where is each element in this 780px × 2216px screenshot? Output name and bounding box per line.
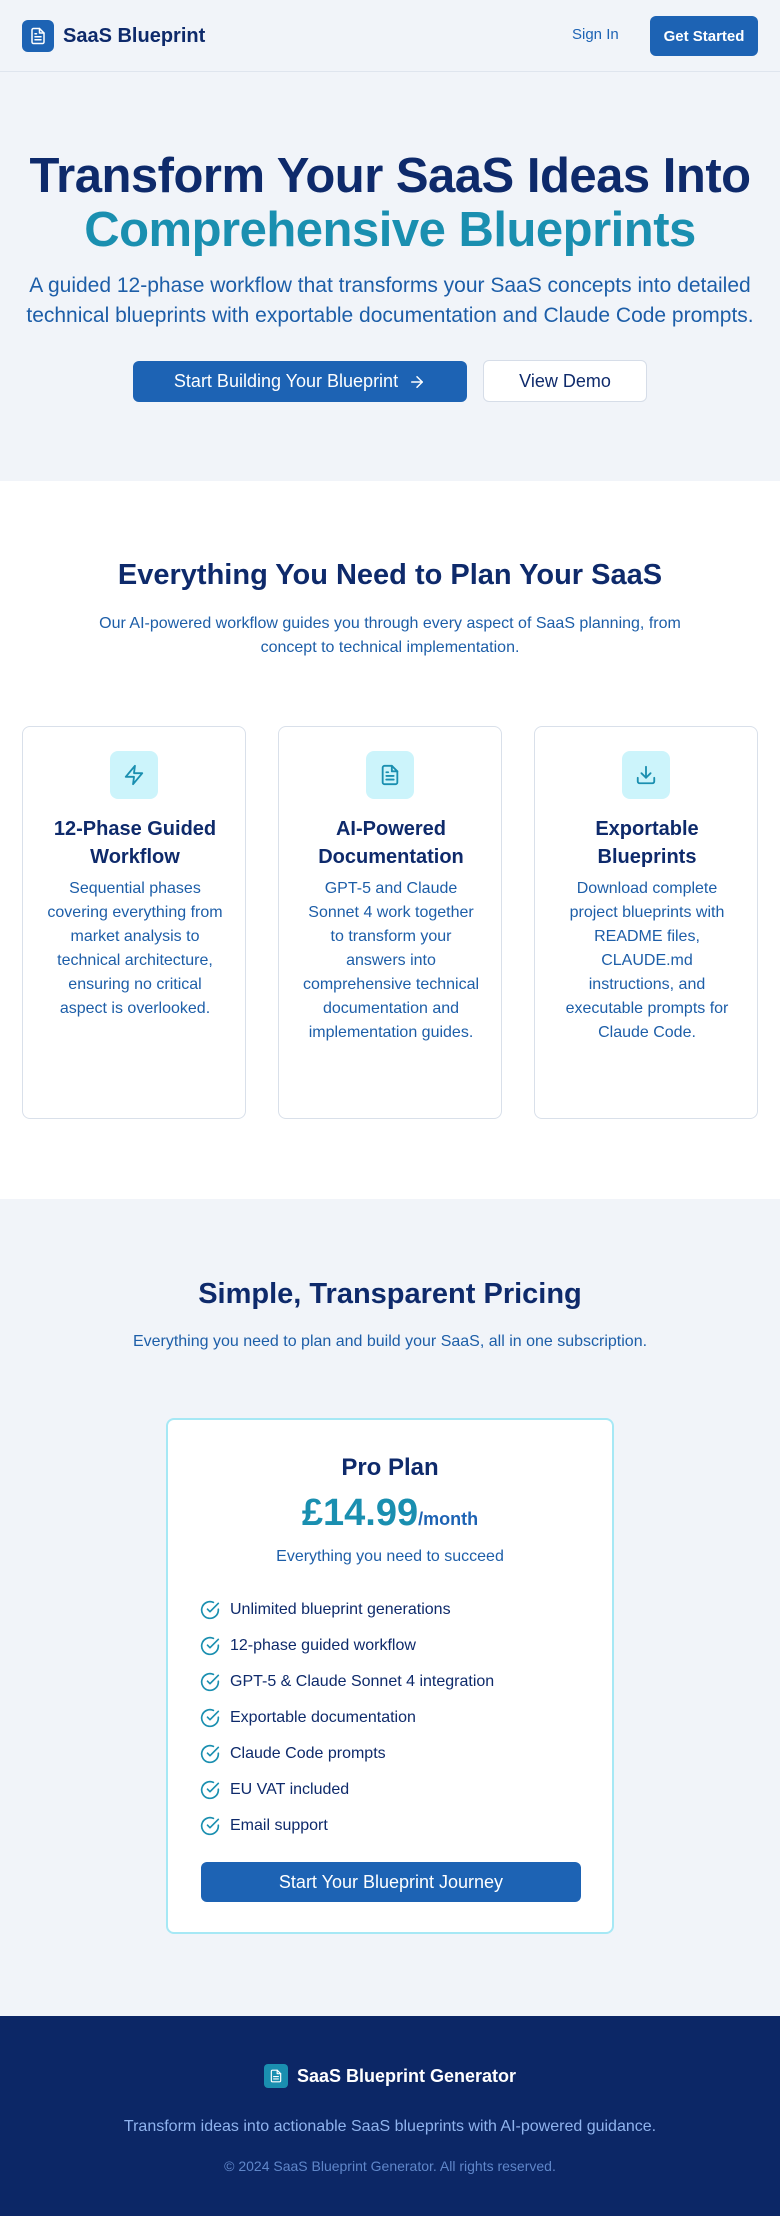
list-item: Claude Code prompts [200,1736,590,1772]
check-circle-icon [200,1672,220,1692]
pricing-subtitle: Everything you need to plan and build yo… [132,1333,648,1350]
feature-card-description: Sequential phases covering everything fr… [47,880,223,1017]
plan-feature-label: GPT-5 & Claude Sonnet 4 integration [230,1673,495,1690]
feature-card-title: AI-Powered Documentation [318,818,464,868]
footer: SaaS Blueprint Generator Transform ideas… [0,2016,780,2216]
hero-title-line2: Comprehensive Blueprints [84,203,696,257]
footer-brand-name: SaaS Blueprint Generator [296,2065,517,2086]
feature-card: AI-Powered Documentation GPT-5 and Claud… [278,726,502,1119]
list-item: Unlimited blueprint generations [200,1592,590,1628]
document-icon [263,2064,288,2088]
list-item: EU VAT included [200,1772,590,1808]
check-circle-icon [200,1744,220,1764]
view-demo-button[interactable]: View Demo [483,360,647,402]
check-circle-icon [200,1780,220,1800]
brand-name: SaaS Blueprint [63,24,206,47]
footer-copyright: © 2024 SaaS Blueprint Generator. All rig… [224,2158,556,2174]
start-journey-button[interactable]: Start Your Blueprint Journey [201,1862,581,1902]
feature-card-title: Exportable Blueprints [595,818,699,868]
check-circle-icon [200,1600,220,1620]
brand-logo-link[interactable]: SaaS Blueprint [22,20,205,52]
pricing-card: Pro Plan £14.99/month Everything you nee… [166,1418,614,1934]
footer-tagline: Transform ideas into actionable SaaS blu… [123,2118,657,2135]
top-nav: SaaS Blueprint Sign In Get Started [0,0,780,72]
plan-feature-label: EU VAT included [230,1781,350,1798]
plan-price: £14.99/month [168,1492,612,1535]
plan-feature-label: Email support [230,1817,328,1834]
document-icon [366,751,414,799]
check-circle-icon [200,1816,220,1836]
get-started-button[interactable]: Get Started [650,16,758,56]
features-section: Everything You Need to Plan Your SaaS Ou… [0,481,780,1199]
feature-card-description: GPT-5 and Claude Sonnet 4 work together … [302,880,480,1041]
plan-feature-list: Unlimited blueprint generations 12-phase… [200,1592,590,1844]
feature-card: 12-Phase Guided Workflow Sequential phas… [22,726,246,1119]
price-period: /month [418,1509,479,1529]
plan-feature-label: Exportable documentation [230,1709,416,1726]
document-icon [22,20,54,52]
download-icon [622,751,670,799]
check-circle-icon [200,1636,220,1656]
arrow-right-icon [411,375,424,388]
plan-feature-label: Unlimited blueprint generations [230,1601,451,1618]
hero-subtitle: A guided 12-phase workflow that transfor… [26,274,754,327]
list-item: Email support [200,1808,590,1844]
feature-card-description: Download complete project blueprints wit… [565,880,729,1041]
footer-brand: SaaS Blueprint Generator [0,2064,780,2088]
start-building-label: Start Building Your Blueprint [173,371,399,391]
plan-feature-label: 12-phase guided workflow [230,1637,416,1654]
list-item: Exportable documentation [200,1700,590,1736]
check-circle-icon [200,1708,220,1728]
features-subtitle: Our AI-powered workflow guides you throu… [99,615,681,656]
list-item: GPT-5 & Claude Sonnet 4 integration [200,1664,590,1700]
features-title: Everything You Need to Plan Your SaaS [117,559,663,591]
hero-section: Transform Your SaaS Ideas Into Comprehen… [0,73,780,481]
feature-card-title: 12-Phase Guided Workflow [53,818,217,868]
plan-name: Pro Plan [341,1454,439,1481]
pricing-title: Simple, Transparent Pricing [198,1278,582,1310]
sign-in-link[interactable]: Sign In [572,26,619,43]
hero-title: Transform Your SaaS Ideas Into Comprehen… [0,149,780,257]
start-building-button[interactable]: Start Building Your Blueprint [133,361,467,402]
list-item: 12-phase guided workflow [200,1628,590,1664]
price-amount: £14.99 [301,1492,419,1534]
feature-card: Exportable Blueprints Download complete … [534,726,758,1119]
plan-tagline: Everything you need to succeed [276,1548,504,1565]
lightning-icon [110,751,158,799]
pricing-section: Simple, Transparent Pricing Everything y… [0,1199,780,2016]
plan-feature-label: Claude Code prompts [230,1745,386,1762]
hero-title-line1: Transform Your SaaS Ideas Into [29,149,751,203]
